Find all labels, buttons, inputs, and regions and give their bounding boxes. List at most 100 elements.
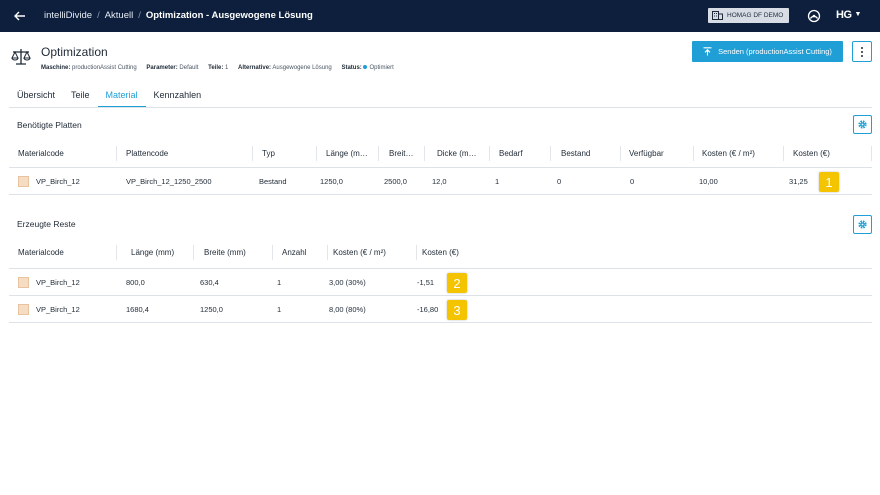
cost-per-m2-cell: 3,00 (30%) <box>329 278 366 287</box>
table-row[interactable]: VP_Birch_12 1680,4 1250,0 1 8,00 (80%) -… <box>9 296 872 323</box>
optimization-meta: Maschine: productionAssist Cutting Param… <box>41 65 402 71</box>
column-header[interactable]: Länge (mm) <box>122 238 192 267</box>
demo-badge-label: HOMAG DF DEMO <box>727 12 784 19</box>
send-button[interactable]: Senden (productionAssist Cutting) <box>692 41 843 62</box>
column-header[interactable]: Breite (mm) <box>195 238 269 267</box>
status-dot-icon <box>363 65 368 69</box>
column-header[interactable]: Materialcode <box>9 238 112 267</box>
column-divider[interactable] <box>193 245 194 260</box>
width-cell: 1250,0 <box>200 305 223 314</box>
plates-settings-button[interactable] <box>853 115 872 134</box>
count-cell: 1 <box>277 305 282 314</box>
column-header[interactable]: Länge (m… <box>317 139 377 168</box>
user-menu[interactable]: HG ▼ <box>836 9 861 21</box>
width-cell: 2500,0 <box>384 177 407 186</box>
gear-icon <box>858 120 867 129</box>
column-header[interactable]: Bedarf <box>490 139 550 168</box>
send-button-label: Senden (productionAssist Cutting) <box>718 47 832 56</box>
material-swatch <box>18 277 29 288</box>
meta-parameter: Parameter: Default <box>146 65 199 71</box>
material-cell: VP_Birch_12 <box>9 168 80 195</box>
tab-overview[interactable]: Übersicht <box>9 86 63 108</box>
gear-icon <box>858 220 867 229</box>
table-row[interactable]: VP_Birch_12 VP_Birch_12_1250_2500 Bestan… <box>9 168 872 195</box>
remnants-section-title: Erzeugte Reste <box>17 219 76 229</box>
column-divider[interactable] <box>424 146 425 161</box>
demand-cell: 1 <box>495 177 500 186</box>
breadcrumb-separator: / <box>97 10 100 21</box>
demo-badge[interactable]: HOMAG DF DEMO <box>708 8 790 23</box>
count-cell: 1 <box>277 278 282 287</box>
table-row[interactable]: VP_Birch_12 800,0 630,4 1 3,00 (30%) -1,… <box>9 269 872 296</box>
dot-icon <box>861 50 863 53</box>
cost-cell: -16,80 <box>417 305 439 314</box>
top-bar: intelliDivide / Aktuell / Optimization - Aus… <box>0 0 880 32</box>
tab-divider <box>9 107 872 108</box>
column-header[interactable]: Breit… <box>380 139 423 168</box>
column-header[interactable]: Bestand <box>552 139 620 168</box>
user-initials: HG <box>836 9 852 21</box>
page-title: Optimization <box>41 45 108 59</box>
meta-alternative: Alternative: Ausgewogene Lösung <box>238 65 332 71</box>
column-header[interactable]: Kosten (€ / m²) <box>324 238 416 267</box>
column-header[interactable]: Kosten (€ / m²) <box>693 139 783 168</box>
column-header[interactable]: Dicke (m… <box>428 139 488 168</box>
tab-kpis[interactable]: Kennzahlen <box>146 86 210 108</box>
length-cell: 1680,4 <box>126 305 149 314</box>
meta-machine: Maschine: productionAssist Cutting <box>41 65 137 71</box>
tab-material[interactable]: Material <box>97 86 146 108</box>
plates-section-title: Benötigte Platten <box>17 120 82 130</box>
column-divider[interactable] <box>871 146 872 161</box>
upload-icon <box>703 47 712 56</box>
column-divider[interactable] <box>116 245 117 260</box>
more-options-button[interactable] <box>852 41 872 62</box>
column-header[interactable]: Verfügbar <box>620 139 690 168</box>
plates-table: Materialcode Plattencode Typ Länge (m… B… <box>9 139 872 195</box>
help-icon[interactable] <box>807 9 821 23</box>
annotation-marker: 2 <box>447 273 467 293</box>
stock-cell: 0 <box>557 177 562 186</box>
material-cell: VP_Birch_12 <box>9 296 80 323</box>
annotation-marker: 3 <box>447 300 467 320</box>
tab-bar: Übersicht Teile Material Kennzahlen <box>9 86 209 108</box>
column-divider[interactable] <box>378 146 379 161</box>
column-header[interactable]: Materialcode <box>9 139 112 168</box>
column-header[interactable]: Typ <box>253 139 313 168</box>
building-icon <box>712 11 723 20</box>
column-header[interactable]: Anzahl <box>273 238 327 267</box>
table-header: Materialcode Plattencode Typ Länge (m… B… <box>9 139 872 168</box>
table-header: Materialcode Länge (mm) Breite (mm) Anza… <box>9 238 872 269</box>
cost-cell: 31,25 <box>789 177 808 186</box>
breadcrumb-separator: / <box>138 10 141 21</box>
available-cell: 0 <box>630 177 635 186</box>
dot-icon <box>861 46 863 49</box>
tab-parts[interactable]: Teile <box>63 86 98 108</box>
cost-per-m2-cell: 8,00 (80%) <box>329 305 366 314</box>
length-cell: 1250,0 <box>320 177 343 186</box>
column-header[interactable]: Kosten (€) <box>413 238 483 267</box>
remnants-table: Materialcode Länge (mm) Breite (mm) Anza… <box>9 238 872 323</box>
column-header[interactable]: Kosten (€) <box>784 139 864 168</box>
material-swatch <box>18 176 29 187</box>
column-header[interactable]: Plattencode <box>117 139 251 168</box>
material-cell: VP_Birch_12 <box>9 269 80 296</box>
length-cell: 800,0 <box>126 278 145 287</box>
cost-per-m2-cell: 10,00 <box>699 177 718 186</box>
back-arrow-icon[interactable] <box>12 8 28 24</box>
thickness-cell: 12,0 <box>432 177 447 186</box>
meta-parts: Teile: 1 <box>208 65 229 71</box>
width-cell: 630,4 <box>200 278 219 287</box>
breadcrumb-intellidivide[interactable]: intelliDivide <box>44 10 92 21</box>
remnants-settings-button[interactable] <box>853 215 872 234</box>
chevron-down-icon: ▼ <box>854 11 862 18</box>
breadcrumb: intelliDivide / Aktuell / Optimization - Aus… <box>44 10 313 21</box>
breadcrumb-current: Optimization - Ausgewogene Lösung <box>145 10 313 21</box>
dot-icon <box>861 54 863 57</box>
meta-status: Status: Optimiert <box>341 65 394 71</box>
column-divider[interactable] <box>550 146 551 161</box>
breadcrumb-aktuell[interactable]: Aktuell <box>105 10 134 21</box>
annotation-marker: 1 <box>819 172 839 192</box>
type-cell: Bestand <box>259 177 287 186</box>
cost-cell: -1,51 <box>417 278 435 287</box>
plate-code-cell: VP_Birch_12_1250_2500 <box>126 177 212 186</box>
